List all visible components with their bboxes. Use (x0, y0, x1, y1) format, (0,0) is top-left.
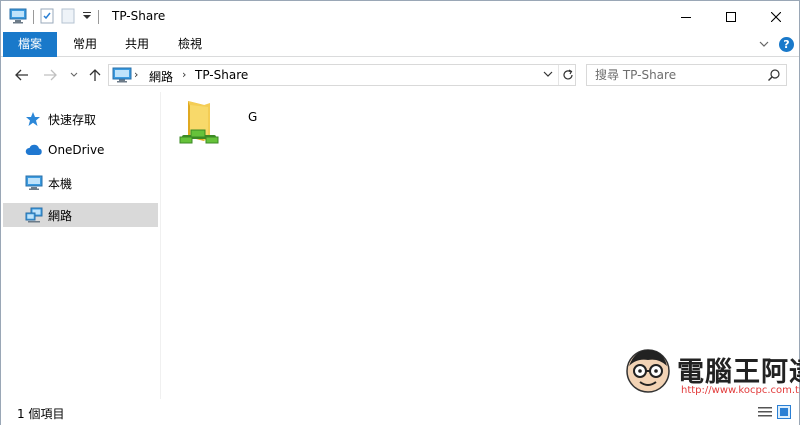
list-item[interactable]: G (178, 97, 258, 152)
search-icon[interactable] (767, 68, 781, 85)
star-icon (25, 111, 43, 127)
qat-divider (98, 10, 99, 24)
large-icons-view-icon[interactable] (777, 405, 791, 422)
sidebar-item-label: 快速存取 (48, 113, 97, 127)
breadcrumb-separator[interactable]: › (134, 68, 138, 81)
sidebar-item-label: OneDrive (48, 143, 105, 157)
details-view-icon[interactable] (758, 406, 772, 421)
help-button[interactable]: ? (779, 37, 794, 52)
sidebar-item-this-pc[interactable]: 本機 (3, 171, 158, 195)
breadcrumb-network[interactable]: 網路 (149, 68, 173, 85)
sidebar-item-network[interactable]: 網路 (3, 203, 158, 227)
cloud-icon (25, 143, 43, 159)
navigation-pane: 快速存取 OneDrive 本機 網路 (1, 92, 161, 399)
window-title: TP-Share (112, 9, 166, 23)
search-input[interactable] (587, 65, 757, 85)
sidebar-item-onedrive[interactable]: OneDrive (3, 139, 158, 163)
new-folder-icon[interactable] (61, 8, 75, 27)
tab-view[interactable]: 檢視 (164, 32, 216, 57)
forward-button[interactable] (41, 66, 59, 84)
close-button[interactable] (753, 1, 799, 32)
navigation-bar: › 網路 › TP-Share (1, 57, 799, 92)
customize-toolbar-icon[interactable] (82, 10, 92, 24)
refresh-button[interactable] (558, 65, 576, 85)
network-folder-icon (178, 97, 222, 150)
ribbon-tabs: 檔案 常用 共用 檢視 ? (1, 32, 799, 57)
watermark-url: http://www.kocpc.com.tw (681, 385, 800, 396)
explorer-window: TP-Share 檔案 常用 共用 檢視 ? › 網路 › TP-Share 搜… (0, 0, 800, 425)
watermark-mascot-icon (625, 348, 671, 394)
tab-share[interactable]: 共用 (111, 32, 163, 57)
status-bar: 1 個項目 (1, 399, 799, 425)
recent-locations-button[interactable] (65, 66, 83, 84)
computer-icon (112, 67, 132, 86)
maximize-button[interactable] (708, 1, 754, 32)
breadcrumb-tp-share[interactable]: TP-Share (195, 68, 248, 82)
network-icon (25, 207, 43, 223)
minimize-icon (681, 16, 691, 18)
up-arrow-icon (89, 69, 101, 81)
search-box[interactable] (586, 64, 787, 86)
back-arrow-icon (15, 69, 28, 81)
sidebar-item-label: 網路 (48, 209, 73, 223)
quick-access-toolbar (9, 8, 105, 26)
watermark-title: 電腦王阿達 (677, 357, 800, 388)
tab-file[interactable]: 檔案 (3, 32, 57, 57)
maximize-icon (726, 11, 736, 22)
properties-icon[interactable] (40, 8, 54, 27)
computer-icon[interactable] (9, 8, 27, 27)
item-count: 1 個項目 (17, 407, 65, 421)
chevron-down-icon (543, 71, 553, 77)
minimize-button[interactable] (663, 1, 709, 32)
address-bar[interactable]: › 網路 › TP-Share (108, 64, 576, 86)
qat-divider (33, 10, 34, 24)
breadcrumb-separator[interactable]: › (182, 68, 186, 81)
close-icon (771, 11, 781, 22)
refresh-icon (562, 69, 573, 80)
tab-home[interactable]: 常用 (59, 32, 111, 57)
chevron-down-icon (70, 72, 78, 77)
sidebar-item-label: 本機 (48, 177, 73, 191)
title-bar: TP-Share (1, 1, 799, 32)
up-button[interactable] (86, 66, 104, 84)
forward-arrow-icon (44, 69, 57, 81)
item-name: G (248, 110, 258, 124)
expand-ribbon-icon[interactable] (758, 38, 770, 53)
back-button[interactable] (13, 66, 31, 84)
file-list: G 電腦王阿達 http://www.kocpc.com.tw (162, 92, 800, 399)
address-history-button[interactable] (542, 68, 554, 83)
computer-icon (25, 175, 43, 191)
sidebar-item-quick-access[interactable]: 快速存取 (3, 107, 158, 131)
